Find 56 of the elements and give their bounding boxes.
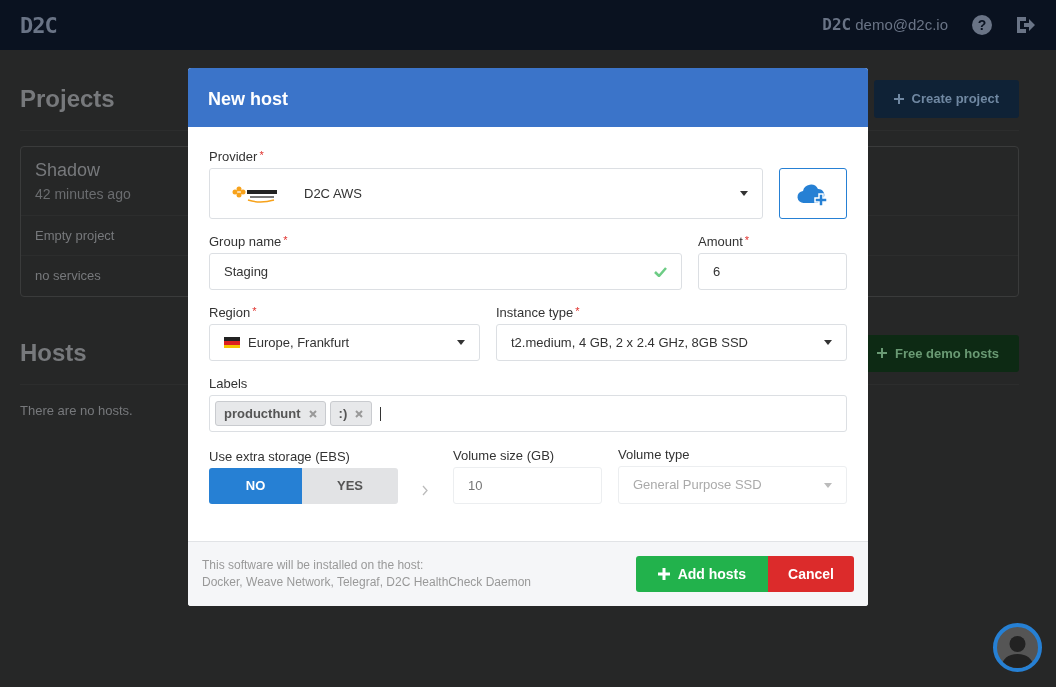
section-title: Hosts [20, 338, 87, 369]
logout-icon[interactable] [1016, 16, 1036, 34]
project-time: 42 minutes ago [35, 185, 131, 202]
section-title: Projects [20, 83, 115, 114]
avatar[interactable] [993, 623, 1042, 672]
caret-icon [457, 340, 465, 345]
caret-icon [740, 191, 748, 196]
chevron-right-icon [422, 485, 429, 496]
required-mark: * [744, 234, 750, 246]
add-provider-button[interactable] [779, 168, 847, 219]
project-description: Empty project [35, 227, 115, 243]
tag-text: :) [338, 404, 348, 423]
plus-icon [876, 348, 887, 359]
footer-note: Docker, Weave Network, Telegraf, D2C HealthCheck Daemon [202, 574, 532, 591]
field-label: Provider [209, 149, 258, 164]
group-name-field[interactable]: Staging [209, 253, 682, 290]
field-label: Region [209, 305, 251, 320]
create-project-button[interactable]: Create project [873, 80, 1019, 118]
required-mark: * [252, 305, 257, 317]
caret-icon [824, 340, 832, 345]
amount-field[interactable]: 6 [698, 253, 847, 290]
required-mark: * [575, 305, 580, 317]
field-label: Amount [698, 234, 743, 249]
instance-type-select[interactable]: t2.medium, 4 GB, 2 x 2.4 GHz, 8GB SSD [496, 324, 847, 361]
empty-message: There are no hosts. [20, 403, 133, 418]
help-icon[interactable]: ? [972, 15, 992, 35]
cancel-button[interactable]: Cancel [768, 556, 854, 592]
project-name: Shadow [35, 159, 101, 180]
toggle-option[interactable]: YES [302, 468, 398, 504]
field-label: Group name [209, 234, 282, 249]
tag-text: producthunt [224, 404, 301, 423]
remove-icon[interactable] [355, 409, 364, 418]
toggle-option[interactable]: NO [209, 468, 302, 504]
required-mark: * [259, 149, 264, 161]
badge-logo: D2C [822, 14, 852, 36]
labels-field[interactable]: producthunt :) [209, 395, 847, 432]
flag-icon [224, 337, 240, 348]
footer-note: This software will be installed on the host: [202, 557, 425, 574]
plus-icon [893, 93, 904, 104]
logo[interactable]: D2C [20, 8, 57, 42]
modal-title: New host [188, 68, 868, 127]
text-cursor [380, 406, 382, 421]
caret-icon [824, 482, 832, 488]
required-mark: * [283, 234, 288, 246]
field-label: Instance type [496, 305, 574, 320]
field-label: Volume size (GB) [453, 448, 555, 463]
field-label: Volume type [618, 447, 690, 462]
region-select[interactable]: Europe, Frankfurt [209, 324, 480, 361]
field-label: Labels [209, 376, 248, 391]
provider-select[interactable]: D2C AWS [209, 168, 763, 219]
add-hosts-button[interactable]: Add hosts [635, 556, 769, 592]
project-services: no services [35, 268, 101, 283]
remove-icon[interactable] [308, 409, 317, 418]
user-email[interactable]: demo@d2c.io [855, 13, 948, 37]
plus-icon [657, 568, 670, 580]
field-label: Use extra storage (EBS) [209, 449, 350, 464]
